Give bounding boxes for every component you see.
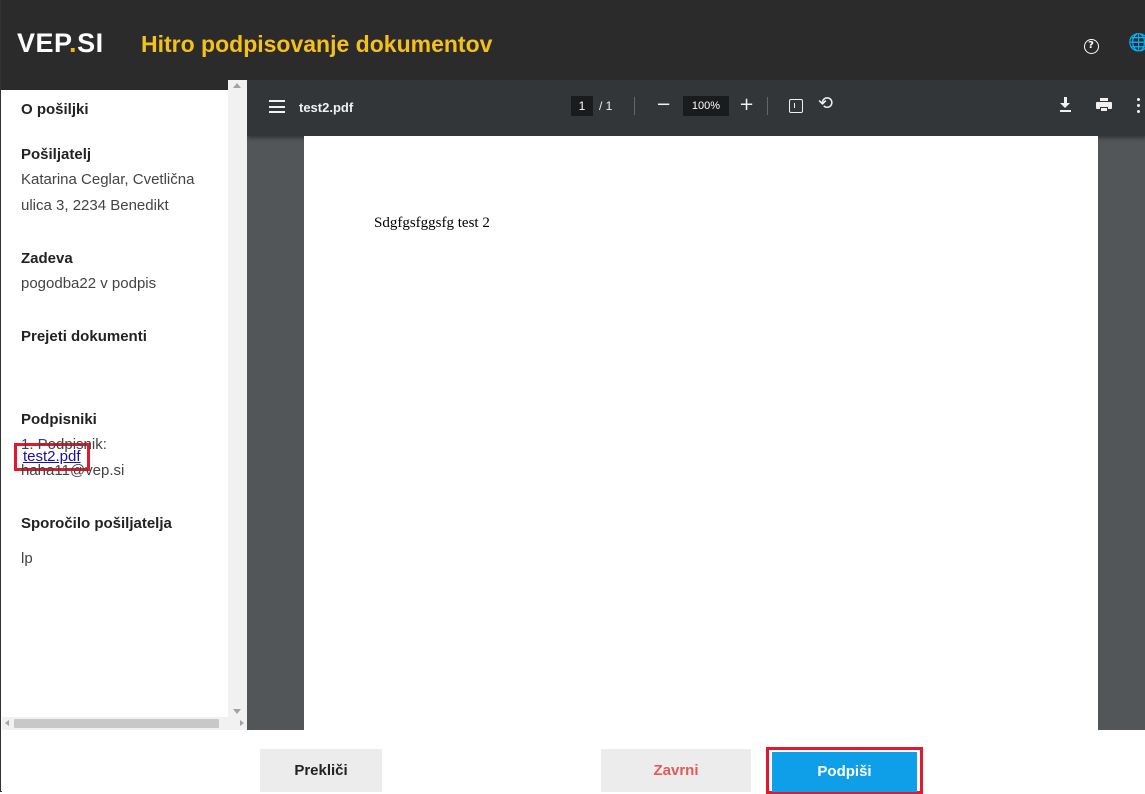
page-number-input[interactable]: 1: [571, 96, 593, 116]
scroll-up-arrow-icon[interactable]: [233, 83, 241, 88]
sign-button[interactable]: Podpiši: [772, 752, 917, 792]
page-total: / 1: [599, 99, 613, 113]
vep-logo: VEP.SI: [17, 28, 104, 59]
help-glyph: ?: [1083, 39, 1099, 54]
zoom-level-input[interactable]: 100%: [683, 96, 729, 116]
sidebar-heading: O pošiljki: [21, 101, 89, 118]
pdf-toolbar: test2.pdf 1 / 1 − 100% + ⟲: [247, 80, 1145, 136]
more-icon[interactable]: [1137, 98, 1140, 114]
globe-icon[interactable]: 🌐: [1128, 32, 1145, 54]
signer-line-1: 1. Podpisnik:: [21, 436, 107, 453]
sender-label: Pošiljatelj: [21, 146, 92, 163]
logo-dot: .: [69, 28, 78, 58]
app-header: VEP.SI Hitro podpisovanje dokumentov ? 🌐: [1, 0, 1145, 90]
scroll-left-arrow-icon[interactable]: [5, 720, 9, 726]
app-title: Hitro podpisovanje dokumentov: [141, 31, 493, 57]
app-frame: VEP.SI Hitro podpisovanje dokumentov ? 🌐…: [0, 0, 1145, 794]
print-icon[interactable]: [1096, 98, 1112, 112]
message-value: lp: [21, 550, 33, 567]
logo-text-main: VEP: [17, 28, 70, 58]
zoom-in-button[interactable]: +: [739, 94, 754, 116]
message-label: Sporočilo pošiljatelja: [21, 515, 172, 532]
scroll-right-arrow-icon[interactable]: [240, 720, 244, 726]
toolbar-divider: [634, 97, 635, 115]
download-icon[interactable]: [1060, 97, 1072, 113]
pdf-viewer: test2.pdf 1 / 1 − 100% + ⟲ Sdgfgsfggsfg …: [247, 80, 1145, 730]
signer-line-2: haha11@vep.si: [21, 462, 125, 479]
pdf-page-text: Sdgfgsfggsfg test 2: [374, 215, 490, 231]
documents-label: Prejeti dokumenti: [21, 328, 147, 345]
shipment-info-sidebar: O pošiljki Pošiljatelj Katarina Ceglar, …: [2, 90, 228, 707]
pdf-filename: test2.pdf: [299, 100, 354, 115]
toolbar-divider: [767, 97, 768, 115]
sender-line-2: ulica 3, 2234 Benedikt: [21, 197, 169, 214]
zoom-out-button[interactable]: −: [656, 94, 671, 116]
sidebar-horizontal-scrollbar[interactable]: [2, 717, 247, 730]
pdf-page: Sdgfgsfggsfg test 2: [304, 136, 1098, 730]
subject-value: pogodba22 v podpis: [21, 275, 157, 292]
menu-icon[interactable]: [269, 100, 285, 113]
help-icon[interactable]: ?: [1080, 32, 1102, 54]
subject-label: Zadeva: [21, 250, 73, 267]
reject-button[interactable]: Zavrni: [601, 749, 751, 792]
scroll-thumb[interactable]: [231, 94, 244, 704]
rotate-icon[interactable]: ⟲: [818, 93, 833, 114]
logo-text-suffix: SI: [77, 28, 104, 58]
signers-label: Podpisniki: [21, 411, 97, 428]
fit-page-icon[interactable]: [789, 99, 803, 113]
action-footer: Prekliči Zavrni Podpiši: [2, 730, 1145, 794]
sidebar-vertical-scrollbar[interactable]: [228, 80, 247, 717]
scroll-down-arrow-icon[interactable]: [233, 709, 241, 714]
horizontal-scroll-thumb[interactable]: [14, 719, 219, 728]
sender-line-1: Katarina Ceglar, Cvetlična: [21, 171, 195, 188]
cancel-button[interactable]: Prekliči: [260, 749, 382, 792]
